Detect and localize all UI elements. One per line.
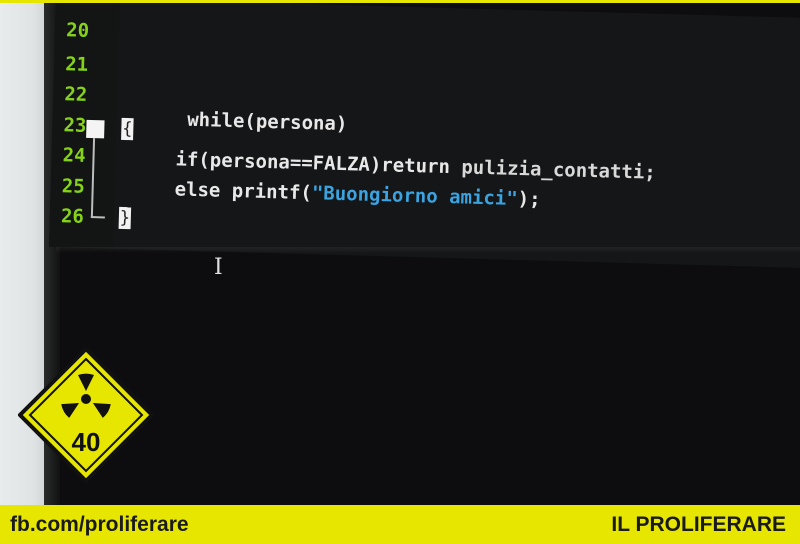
footer-link[interactable]: fb.com/proliferare	[10, 506, 189, 544]
fold-guide	[90, 138, 96, 219]
code-keyword: return	[381, 154, 462, 179]
line-number: 26	[60, 205, 85, 228]
line-number: 23	[63, 114, 87, 137]
code-text: );	[517, 187, 541, 211]
code-string: "Buongiorno amici"	[311, 182, 519, 210]
line-gutter: 20 21 22 23 24 25 26	[49, 3, 120, 249]
code-line-25: else printf("Buongiorno amici");	[174, 178, 541, 210]
code-line-22: while(persona)	[118, 85, 349, 157]
badge-diamond	[18, 347, 154, 483]
code-text: while(persona)	[186, 108, 348, 136]
screen-glare	[56, 247, 800, 253]
line-number: 20	[65, 19, 90, 42]
line-number: 25	[61, 175, 86, 198]
fold-guide-end	[90, 216, 105, 219]
line-number: 21	[64, 53, 89, 76]
fold-toggle-icon[interactable]	[86, 119, 105, 139]
footer-brand: IL PROLIFERARE	[611, 513, 786, 536]
badge-number: 40	[72, 427, 101, 457]
code-text: else printf(	[174, 178, 313, 205]
code-editor: 20 21 22 23 24 25 26 while(persona) { if…	[49, 3, 800, 269]
line-number: 22	[64, 83, 88, 106]
code-text: pulizia_contatti;	[461, 156, 657, 184]
code-text: if(persona==FALZA)	[175, 148, 382, 177]
line-number: 24	[62, 144, 86, 167]
code-line-24: if(persona==FALZA)return pulizia_contatt…	[175, 148, 656, 183]
badge: 40	[18, 347, 154, 483]
text-cursor-icon: I	[214, 255, 223, 280]
matched-brace-close: }	[118, 206, 132, 230]
matched-brace-open: {	[121, 117, 134, 141]
